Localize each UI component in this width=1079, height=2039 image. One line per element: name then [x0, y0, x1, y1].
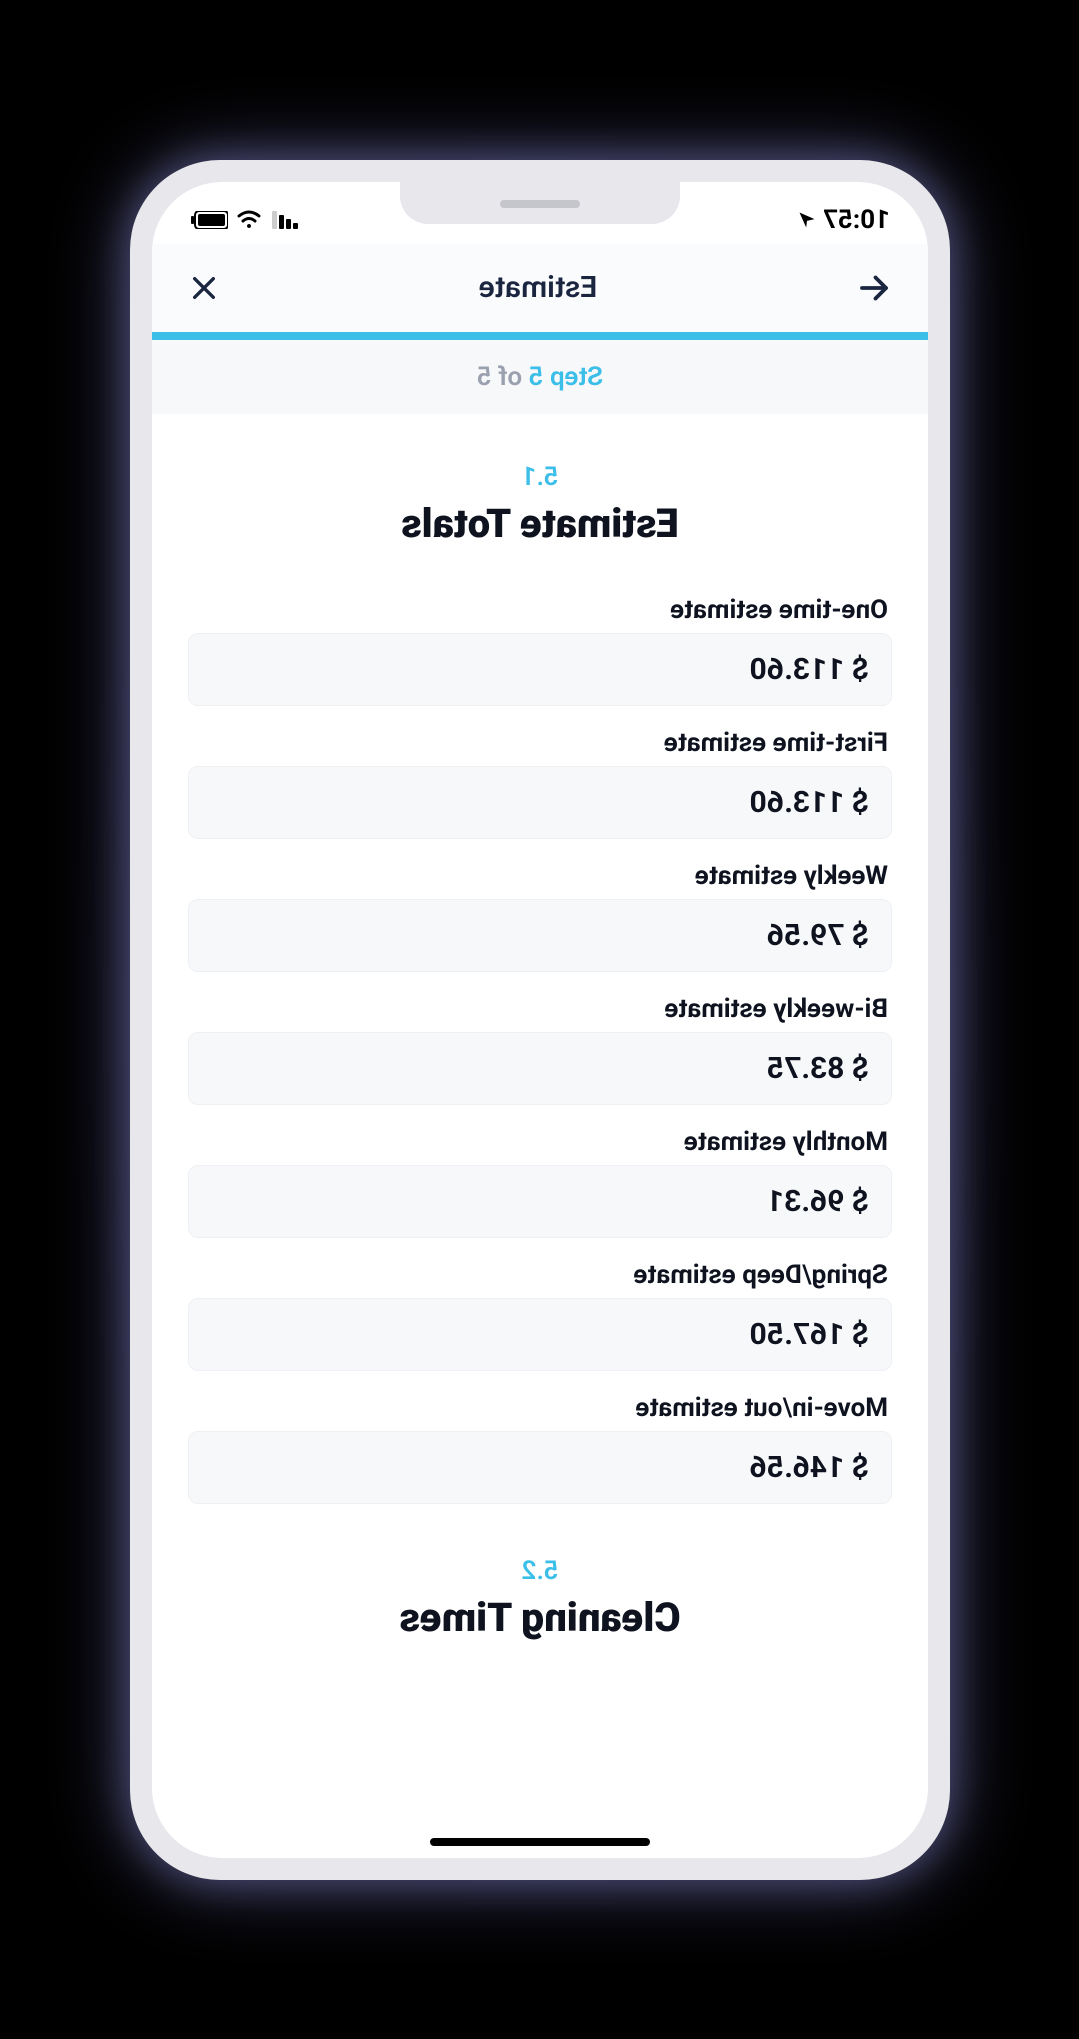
estimate-value[interactable]: $ 79.56 — [188, 899, 892, 972]
step-indicator: Step 5 of 5 — [152, 340, 928, 414]
estimate-label: One-time estimate — [188, 595, 892, 625]
estimate-value[interactable]: $ 146.56 — [188, 1431, 892, 1504]
estimate-label: Move-in/out estimate — [188, 1393, 892, 1423]
page-title: Estimate — [478, 270, 597, 305]
notch — [400, 182, 680, 224]
nav-header: Estimate — [152, 244, 928, 332]
section-number-2: 5.2 — [188, 1556, 892, 1586]
step-of: of — [491, 362, 528, 392]
estimate-item: One-time estimate $ 113.60 — [188, 595, 892, 706]
wifi-icon — [236, 210, 262, 230]
cellular-icon — [270, 211, 298, 229]
estimate-item: Spring/Deep estimate $ 167.50 — [188, 1260, 892, 1371]
estimate-value[interactable]: $ 96.31 — [188, 1165, 892, 1238]
section-title-2: Cleaning Times — [188, 1594, 892, 1641]
section-2-header: 5.2 Cleaning Times — [188, 1556, 892, 1641]
main-content: 5.1 Estimate Totals One-time estimate $ 1… — [152, 414, 928, 1641]
home-indicator[interactable] — [430, 1838, 650, 1846]
estimate-label: Monthly estimate — [188, 1127, 892, 1157]
step-total: 5 — [476, 362, 491, 392]
estimate-value[interactable]: $ 167.50 — [188, 1298, 892, 1371]
battery-icon — [190, 211, 228, 229]
close-button[interactable] — [188, 272, 220, 304]
section-number-1: 5.1 — [188, 462, 892, 492]
progress-bar — [152, 332, 928, 340]
estimate-label: Spring/Deep estimate — [188, 1260, 892, 1290]
phone-screen: 10:57 — [152, 182, 928, 1858]
estimate-item: First-time estimate $ 113.60 — [188, 728, 892, 839]
section-title-1: Estimate Totals — [188, 500, 892, 547]
estimates-list: One-time estimate$ 113.60First-time esti… — [188, 595, 892, 1504]
estimate-value[interactable]: $ 113.60 — [188, 633, 892, 706]
estimate-item: Move-in/out estimate $ 146.56 — [188, 1393, 892, 1504]
phone-frame: 10:57 — [130, 160, 950, 1880]
estimate-item: Monthly estimate $ 96.31 — [188, 1127, 892, 1238]
estimate-label: Bi-weekly estimate — [188, 994, 892, 1024]
estimate-label: Weekly estimate — [188, 861, 892, 891]
estimate-item: Bi-weekly estimate $ 83.75 — [188, 994, 892, 1105]
estimate-item: Weekly estimate $ 79.56 — [188, 861, 892, 972]
step-prefix: Step — [543, 362, 603, 392]
status-time: 10:57 — [823, 205, 890, 235]
location-icon — [797, 210, 817, 230]
estimate-value[interactable]: $ 83.75 — [188, 1032, 892, 1105]
back-button[interactable] — [856, 270, 892, 306]
status-indicators — [190, 210, 298, 230]
estimate-value[interactable]: $ 113.60 — [188, 766, 892, 839]
step-current: 5 — [528, 362, 543, 392]
estimate-label: First-time estimate — [188, 728, 892, 758]
status-time-area: 10:57 — [797, 205, 890, 235]
